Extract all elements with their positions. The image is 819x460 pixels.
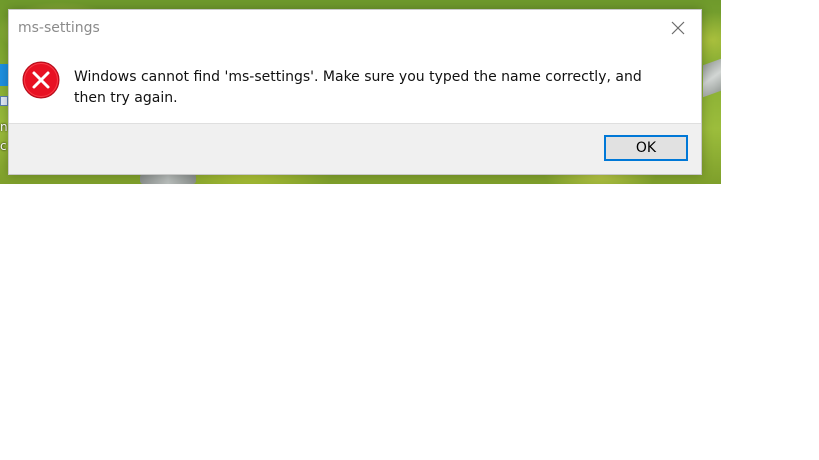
dialog-titlebar[interactable]: ms-settings [9, 10, 701, 46]
dialog-title: ms-settings [18, 20, 100, 36]
shortcut-arrow-icon [0, 96, 8, 106]
wallpaper-road [140, 174, 196, 184]
ok-button[interactable]: OK [604, 135, 688, 161]
close-button[interactable] [655, 10, 701, 46]
error-dialog: ms-settings Windows cannot find 'ms-sett… [8, 9, 702, 175]
error-icon [22, 61, 60, 99]
desktop-icon-label-1[interactable]: n [0, 120, 8, 134]
desktop-icon-label-2[interactable]: c [0, 139, 7, 153]
wallpaper-road-right [703, 58, 721, 98]
dialog-footer: OK [9, 123, 701, 174]
dialog-content: Windows cannot find 'ms-settings'. Make … [9, 46, 701, 126]
error-message: Windows cannot find 'ms-settings'. Make … [74, 69, 642, 106]
close-icon [671, 21, 685, 35]
screen: n c ms-settings Windows cannot find 'ms-… [0, 0, 819, 460]
